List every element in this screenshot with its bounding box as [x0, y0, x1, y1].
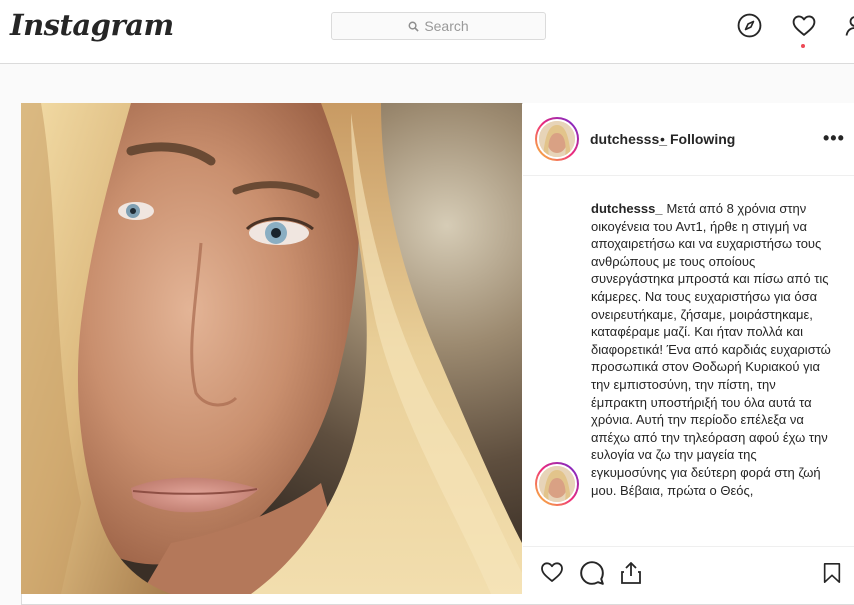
following-button[interactable]: Following	[670, 131, 735, 147]
caption-username[interactable]: dutchesss_	[591, 201, 663, 216]
author-username[interactable]: dutchesss_	[590, 131, 667, 147]
heart-icon[interactable]	[791, 13, 817, 38]
profile-icon[interactable]	[843, 13, 854, 38]
header-separator: •	[660, 131, 665, 147]
more-options-icon[interactable]: •••	[823, 128, 845, 149]
avatar[interactable]	[535, 117, 579, 161]
compass-icon[interactable]	[737, 13, 762, 38]
post-header: dutchesss_ • Following •••	[523, 103, 854, 176]
search-input[interactable]: Search	[331, 12, 546, 40]
post-side-panel: dutchesss_ • Following ••• dutchesss_Μετ…	[523, 103, 854, 594]
comments-area[interactable]: dutchesss_Μετά από 8 χρόνια στην οικογέν…	[523, 176, 854, 546]
top-navigation-bar: Instagram Search	[0, 0, 854, 64]
post-caption: dutchesss_Μετά από 8 χρόνια στην οικογέν…	[591, 200, 831, 499]
caption-text: Μετά από 8 χρόνια στην οικογένεια του Αν…	[591, 201, 831, 498]
post-actions-bar	[523, 546, 854, 595]
post-photo[interactable]	[21, 103, 522, 594]
share-icon[interactable]	[619, 560, 643, 586]
avatar[interactable]	[535, 462, 579, 506]
comment-icon[interactable]	[579, 560, 605, 586]
bookmark-icon[interactable]	[821, 560, 843, 586]
search-icon	[408, 21, 419, 32]
instagram-logo[interactable]: Instagram	[10, 8, 174, 42]
notification-dot	[801, 44, 805, 48]
portrait-image	[21, 103, 522, 594]
heart-icon[interactable]	[539, 560, 565, 584]
search-placeholder: Search	[424, 18, 468, 34]
